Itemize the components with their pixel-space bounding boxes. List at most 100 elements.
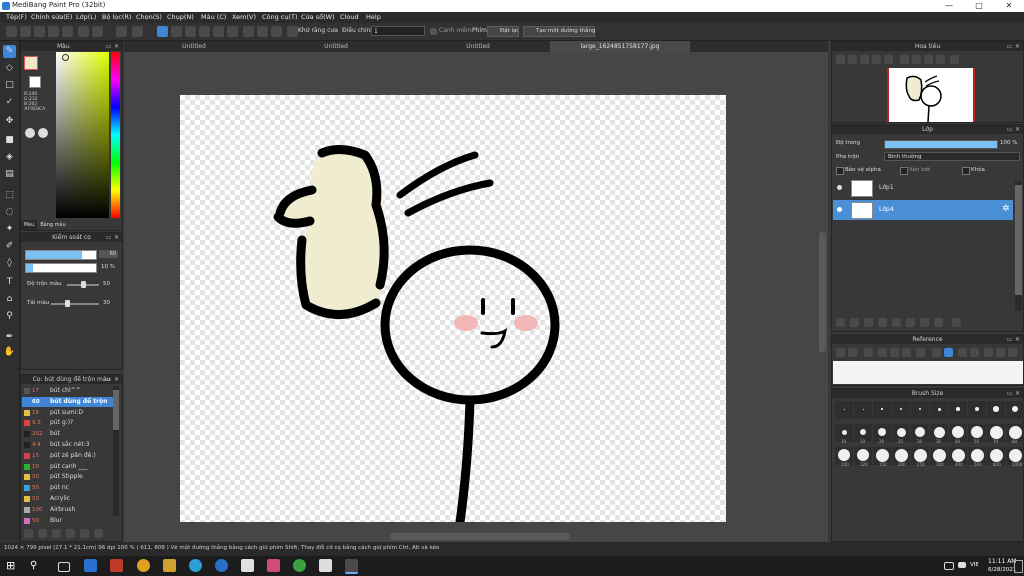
rotate-left-icon[interactable] — [900, 55, 909, 64]
tab-palette[interactable]: Bảng màu — [38, 220, 68, 230]
menu-edit[interactable]: Chỉnh sửa(E) — [31, 13, 72, 21]
menu-help[interactable]: Help — [366, 13, 381, 21]
snap-curve-icon[interactable] — [243, 26, 254, 37]
brush-item[interactable]: 50 Blur — [22, 516, 118, 526]
brush-item[interactable]: 16 pút sumi:D — [22, 408, 118, 418]
redo-icon[interactable] — [132, 26, 143, 37]
magic-wand-icon[interactable]: ✦ — [3, 223, 16, 236]
ref-rotate-right-icon[interactable] — [970, 348, 979, 357]
snap-grid-icon[interactable] — [185, 26, 196, 37]
menu-file[interactable]: Tệp(F) — [6, 13, 27, 21]
photos-icon[interactable] — [319, 559, 332, 572]
foreground-color-swatch[interactable] — [24, 56, 38, 70]
brush-size-cell[interactable]: 800 — [987, 447, 1005, 467]
brush-settings-icon[interactable] — [52, 529, 61, 538]
panel-float-icon[interactable]: ▭ — [1006, 390, 1013, 397]
brush-item[interactable]: 9.3 pút g:)? — [22, 418, 118, 428]
brush-size-cell[interactable]: 1000 — [1006, 447, 1024, 467]
panel-close-icon[interactable]: ✕ — [113, 43, 120, 50]
tab-large-image[interactable]: large_1624851758177.jpg — [550, 41, 690, 52]
undo-icon[interactable] — [116, 26, 127, 37]
brush-size-cell[interactable] — [911, 401, 929, 419]
brush-list-scrollbar[interactable] — [113, 386, 119, 516]
brush-item[interactable]: 15 pút zê pân đê:) — [22, 451, 118, 461]
brush-item[interactable]: 10 pút cạnh ___ — [22, 462, 118, 472]
horizontal-scrollbar[interactable] — [390, 533, 570, 540]
protect-alpha-checkbox[interactable] — [836, 167, 844, 175]
app-icon-2[interactable] — [110, 559, 123, 572]
task-view-icon[interactable] — [58, 562, 70, 572]
brush-size-cell[interactable]: 20 — [873, 424, 891, 444]
layer-add-8bit-icon[interactable] — [850, 318, 859, 327]
brush-size-cell[interactable]: 10 — [854, 424, 872, 444]
brush-tool-icon[interactable]: ✎ — [3, 45, 16, 58]
vertical-scrollbar[interactable] — [819, 232, 826, 352]
network-icon[interactable] — [944, 562, 954, 570]
brush-size-cell[interactable] — [854, 401, 872, 419]
select-eraser-icon[interactable]: ◊ — [3, 257, 16, 270]
layer-row-2[interactable]: Lớp4 ✲ — [833, 200, 1013, 220]
zoom-out-icon[interactable] — [848, 55, 857, 64]
app-icon-3[interactable] — [241, 559, 254, 572]
brush-size-cell[interactable]: 35 — [930, 424, 948, 444]
brush-size-cell[interactable] — [1006, 401, 1024, 419]
rotate-right-icon[interactable] — [912, 55, 921, 64]
brush-item[interactable]: 50 Acrylic — [22, 494, 118, 504]
panel-float-icon[interactable]: ▭ — [105, 376, 112, 383]
menu-filter[interactable]: Bộ lọc(R) — [102, 13, 131, 21]
brush-size-cell[interactable]: 100 — [835, 447, 853, 467]
brush-item[interactable]: 50 pút Stipple — [22, 472, 118, 482]
menu-layer[interactable]: Lớp(L) — [76, 13, 96, 21]
select-pen-icon[interactable]: ✐ — [3, 240, 16, 253]
brush-size-cell[interactable]: 200 — [892, 447, 910, 467]
layer-add-icon[interactable] — [836, 318, 845, 327]
panel-float-icon[interactable]: ▭ — [1006, 126, 1013, 133]
brush-size-cell[interactable]: 120 — [854, 447, 872, 467]
ref-zoom-icon[interactable] — [916, 348, 925, 357]
ref-zoom-out-icon[interactable] — [890, 348, 899, 357]
edge-checkbox[interactable] — [430, 28, 437, 35]
brush-width-value[interactable]: 60 — [99, 250, 118, 258]
eyedropper-icon[interactable]: ⚲ — [3, 310, 16, 323]
minimize-button[interactable]: — — [934, 0, 964, 12]
ref-grid-icon[interactable] — [1008, 348, 1017, 357]
snap-radial-icon[interactable] — [199, 26, 210, 37]
eyedropper2-icon[interactable]: ✒ — [3, 331, 16, 344]
brush-size-cell[interactable] — [987, 401, 1005, 419]
select-tool-icon[interactable]: ⬚ — [3, 189, 16, 202]
brush-copy-icon[interactable] — [66, 529, 75, 538]
saturation-value-field[interactable] — [56, 52, 109, 218]
lock-checkbox[interactable] — [962, 167, 970, 175]
tab-untitled-2[interactable]: Untitled — [266, 41, 406, 52]
panel-close-icon[interactable]: ✕ — [113, 376, 120, 383]
color-add-icon[interactable] — [38, 128, 48, 138]
ref-flip-icon[interactable] — [996, 348, 1005, 357]
blend-mode-select[interactable]: Bình thường — [884, 152, 1020, 161]
ie-icon[interactable] — [215, 559, 228, 572]
windows-start-icon[interactable]: ⊞ — [6, 559, 19, 572]
color-history-icon[interactable] — [25, 128, 35, 138]
new-icon[interactable] — [6, 26, 17, 37]
zoom-icon[interactable] — [884, 55, 893, 64]
brush-opacity-slider[interactable] — [25, 263, 97, 273]
drawing-canvas[interactable] — [180, 95, 726, 527]
layer-duplicate-icon[interactable] — [906, 318, 915, 327]
brush-size-cell[interactable]: 10 — [835, 424, 853, 444]
clip-checkbox[interactable] — [900, 167, 908, 175]
app-icon-5[interactable] — [293, 559, 306, 572]
brush-size-cell[interactable] — [835, 401, 853, 419]
maximize-button[interactable]: □ — [964, 0, 994, 12]
file-explorer-icon[interactable] — [163, 559, 176, 572]
hue-slider[interactable] — [111, 52, 120, 218]
brush-size-cell[interactable]: 30 — [911, 424, 929, 444]
layer-delete-icon[interactable] — [952, 318, 961, 327]
volume-icon[interactable] — [958, 562, 966, 568]
brush-width-slider[interactable] — [25, 250, 97, 260]
brush-add-icon[interactable] — [24, 529, 33, 538]
fill-rect-tool-icon[interactable]: ■ — [3, 134, 16, 147]
app-icon-4[interactable] — [267, 559, 280, 572]
layer-folder-icon[interactable] — [892, 318, 901, 327]
menu-snap[interactable]: Chụp(N) — [167, 13, 194, 21]
clock-time[interactable]: 11:11 AM — [988, 558, 1016, 565]
tab-untitled-1[interactable]: Untitled — [124, 41, 264, 52]
